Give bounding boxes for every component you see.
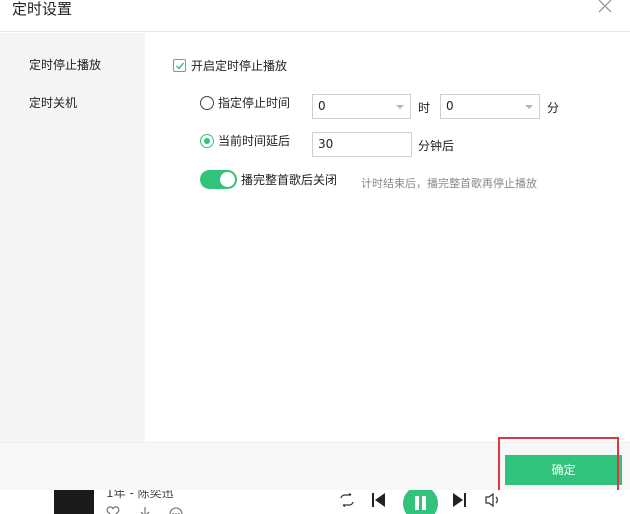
- loop-icon[interactable]: [338, 492, 356, 511]
- hour-value: 0: [318, 99, 326, 113]
- now-playing-text[interactable]: 1年 - 陈奕迅: [106, 490, 174, 501]
- finish-song-toggle[interactable]: [200, 170, 237, 189]
- enable-timer-row[interactable]: 开启定时停止播放: [173, 57, 287, 74]
- heart-icon[interactable]: [106, 503, 120, 514]
- specific-time-label: 指定停止时间: [218, 96, 291, 110]
- finish-song-hint: 计时结束后，播完整首歌再停止播放: [361, 177, 537, 190]
- hour-select[interactable]: 0: [312, 94, 411, 119]
- delay-minutes-input[interactable]: 30: [312, 132, 412, 157]
- close-icon[interactable]: [598, 0, 614, 14]
- chevron-down-icon: [525, 105, 533, 109]
- dialog-title: 定时设置: [12, 0, 73, 18]
- timer-dialog: 定时设置 定时停止播放 定时关机 开启定时停止播放 指定停止时间 0 时 0 分: [0, 0, 630, 490]
- previous-icon[interactable]: [370, 492, 386, 512]
- highlight-box: [498, 437, 619, 492]
- specific-time-option[interactable]: 指定停止时间: [200, 94, 290, 111]
- minute-select[interactable]: 0: [440, 94, 540, 119]
- delay-label: 当前时间延后: [218, 134, 291, 148]
- delay-unit: 分钟后: [418, 139, 455, 153]
- sidebar-item-shutdown[interactable]: 定时关机: [29, 94, 77, 111]
- hour-unit: 时: [418, 101, 431, 115]
- minute-unit: 分: [547, 101, 560, 115]
- specific-time-radio[interactable]: [200, 95, 214, 110]
- finish-song-label: 播完整首歌后关闭: [241, 173, 338, 187]
- pause-button[interactable]: [403, 490, 438, 514]
- next-icon[interactable]: [452, 492, 468, 512]
- enable-timer-checkbox[interactable]: [173, 59, 186, 72]
- settings-sidebar: 定时停止播放 定时关机: [0, 33, 145, 442]
- minute-value: 0: [446, 99, 454, 113]
- chevron-down-icon: [396, 105, 404, 109]
- dialog-titlebar: 定时设置: [0, 0, 630, 32]
- delay-radio[interactable]: [200, 133, 214, 148]
- finish-song-option[interactable]: 播完整首歌后关闭: [200, 170, 337, 189]
- more-icon[interactable]: [168, 503, 184, 514]
- sidebar-item-stop-playback[interactable]: 定时停止播放: [29, 56, 101, 73]
- settings-panel: 开启定时停止播放 指定停止时间 0 时 0 分 当前时间延后 30 分钟后 播完…: [145, 33, 630, 442]
- volume-icon[interactable]: [484, 492, 502, 512]
- album-cover[interactable]: [54, 490, 94, 514]
- enable-timer-label: 开启定时停止播放: [191, 59, 288, 73]
- player-bar: 1年 - 陈奕迅: [0, 490, 630, 514]
- delay-option[interactable]: 当前时间延后: [200, 132, 290, 149]
- download-icon[interactable]: [138, 503, 152, 514]
